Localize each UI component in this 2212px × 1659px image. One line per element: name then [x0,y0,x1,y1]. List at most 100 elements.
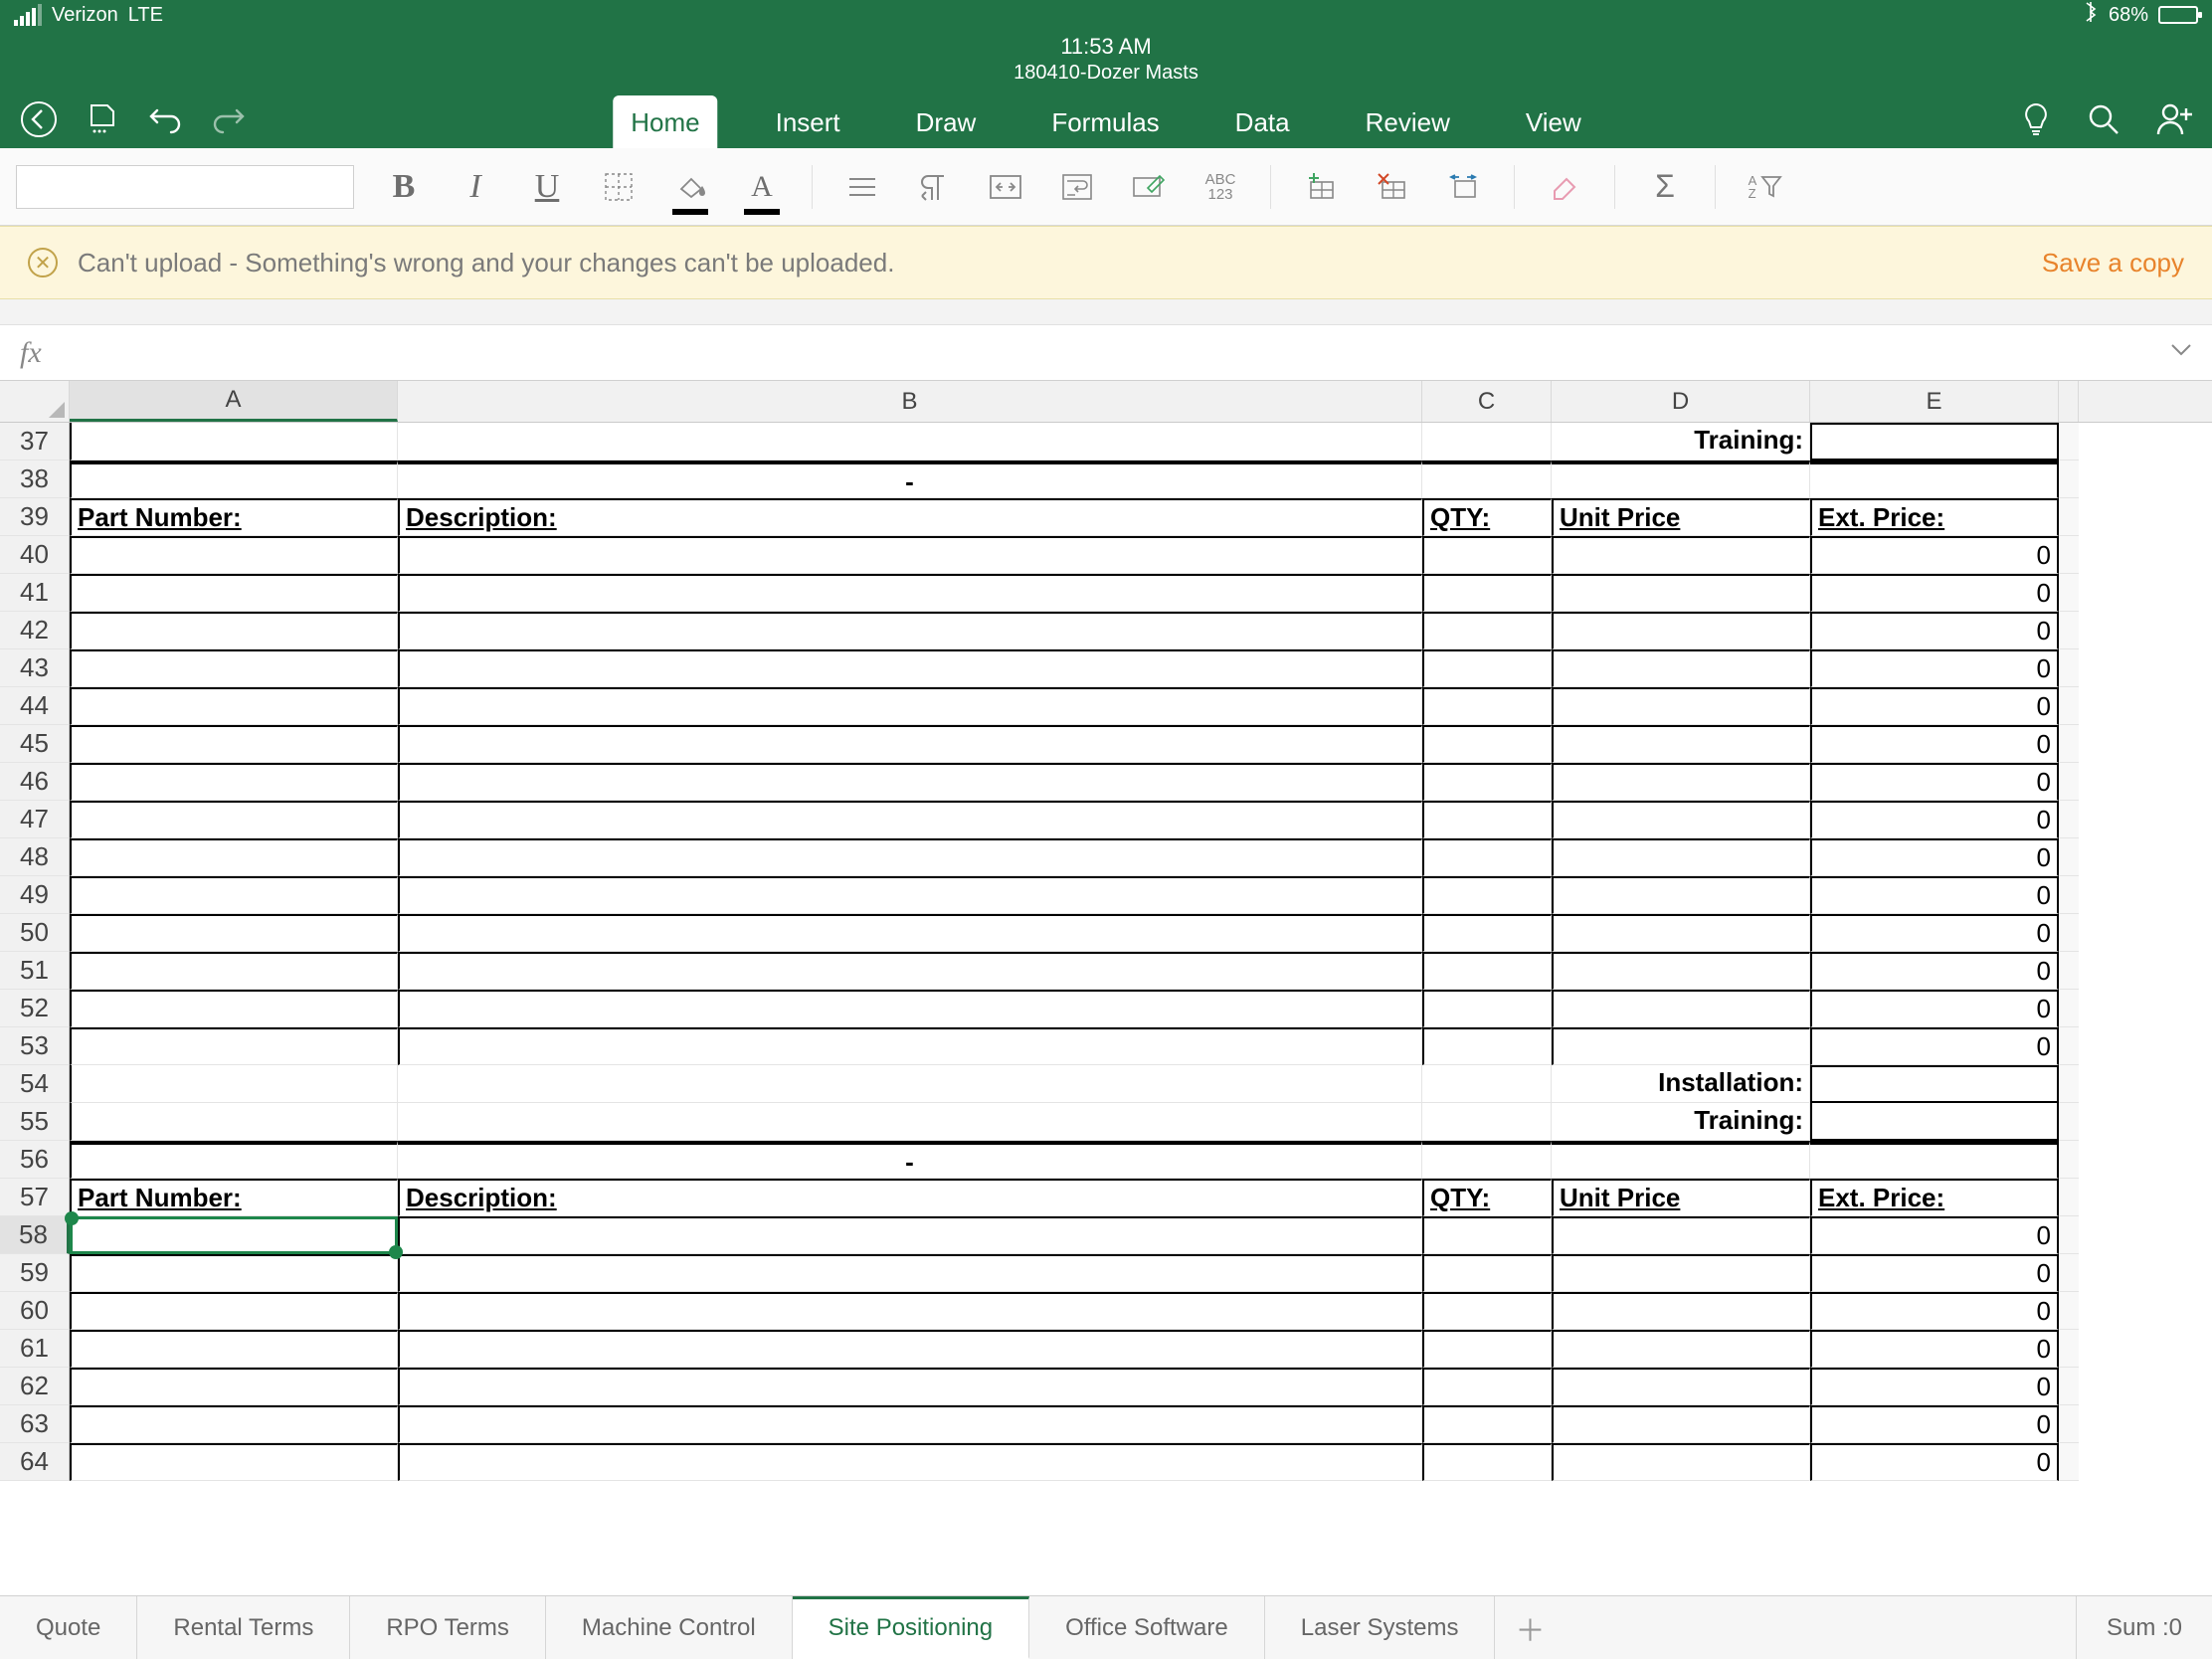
cell[interactable] [70,1027,398,1065]
cell[interactable]: Description: [398,498,1422,536]
underline-button[interactable]: U [525,165,569,209]
row-39[interactable]: 39Part Number:Description:QTY:Unit Price… [0,498,2212,536]
row-49[interactable]: 490 [0,876,2212,914]
cell[interactable] [1422,725,1552,763]
cell[interactable] [70,990,398,1027]
row-header[interactable]: 62 [0,1368,70,1405]
row-header[interactable]: 42 [0,612,70,649]
lightbulb-icon[interactable] [2021,101,2051,137]
cell[interactable] [398,687,1422,725]
row-63[interactable]: 630 [0,1405,2212,1443]
cell[interactable]: QTY: [1422,1179,1552,1216]
cell[interactable] [1552,838,1810,876]
cell[interactable]: Description: [398,1179,1422,1216]
cell[interactable]: Part Number: [70,498,398,536]
row-60[interactable]: 60 0 [0,1292,2212,1330]
col-header-b[interactable]: B [398,381,1422,422]
row-44[interactable]: 44 0 [0,687,2212,725]
formula-bar[interactable]: fx [0,325,2212,381]
row-61[interactable]: 610 [0,1330,2212,1368]
cell[interactable] [1422,1216,1552,1254]
cell[interactable] [1422,952,1552,990]
cell[interactable] [398,1254,1422,1292]
cell[interactable] [70,838,398,876]
row-37[interactable]: 37Training: [0,423,2212,461]
row-52[interactable]: 520 [0,990,2212,1027]
cell[interactable]: - [398,461,1422,498]
cell[interactable] [1422,838,1552,876]
col-header-d[interactable]: D [1552,381,1810,422]
save-a-copy-button[interactable]: Save a copy [2042,248,2184,278]
cell[interactable]: 0 [1810,687,2059,725]
cell[interactable]: Ext. Price: [1810,498,2059,536]
cell[interactable] [1552,1216,1810,1254]
cell[interactable]: Part Number: [70,1179,398,1216]
clear-button[interactable] [1543,165,1586,209]
warning-close-icon[interactable]: ✕ [28,248,58,277]
cell[interactable] [70,1443,398,1481]
cell[interactable]: 0 [1810,612,2059,649]
row-59[interactable]: 590 [0,1254,2212,1292]
cell[interactable] [398,725,1422,763]
cell[interactable]: 0 [1810,536,2059,574]
tab-data[interactable]: Data [1217,95,1308,148]
cell[interactable]: 0 [1810,1292,2059,1330]
cell[interactable] [398,1103,1422,1141]
file-icon[interactable] [86,102,119,136]
borders-button[interactable] [597,165,641,209]
row-header[interactable]: 53 [0,1027,70,1065]
cell[interactable]: Installation: [1552,1065,1810,1103]
cell[interactable] [1422,1292,1552,1330]
cell[interactable] [1810,423,2059,461]
row-header[interactable]: 44 [0,687,70,725]
cell[interactable] [1552,990,1810,1027]
row-header[interactable]: 60 [0,1292,70,1330]
cell[interactable] [1552,1443,1810,1481]
sheet-tab-machine-control[interactable]: Machine Control [546,1596,793,1659]
cell[interactable] [70,1292,398,1330]
cell[interactable] [398,1368,1422,1405]
cell[interactable] [1552,574,1810,612]
row-header[interactable]: 56 [0,1141,70,1179]
cell[interactable]: 0 [1810,1216,2059,1254]
cell[interactable] [70,1065,398,1103]
cell[interactable] [398,1330,1422,1368]
italic-button[interactable]: I [454,165,497,209]
row-40[interactable]: 400 [0,536,2212,574]
add-sheet-button[interactable]: ＋ [1495,1596,1565,1659]
tab-home[interactable]: Home [613,95,717,148]
cell[interactable] [70,687,398,725]
cell[interactable] [398,914,1422,952]
cell[interactable]: 0 [1810,725,2059,763]
cell[interactable]: 0 [1810,763,2059,801]
cell[interactable] [1552,801,1810,838]
row-header[interactable]: 46 [0,763,70,801]
column-headers[interactable]: A B C D E [0,381,2212,423]
row-header[interactable]: 52 [0,990,70,1027]
col-header-a[interactable]: A [70,381,398,422]
row-51[interactable]: 510 [0,952,2212,990]
paragraph-button[interactable] [912,165,956,209]
cell[interactable] [70,801,398,838]
row-header[interactable]: 61 [0,1330,70,1368]
cell[interactable] [1552,1254,1810,1292]
insert-cells-button[interactable] [1299,165,1343,209]
cell[interactable] [398,763,1422,801]
row-55[interactable]: 55Training: [0,1103,2212,1141]
row-header[interactable]: 59 [0,1254,70,1292]
cell[interactable]: 0 [1810,1368,2059,1405]
row-header[interactable]: 55 [0,1103,70,1141]
cell[interactable] [398,536,1422,574]
cell[interactable] [398,876,1422,914]
row-header[interactable]: 57 [0,1179,70,1216]
cell[interactable]: 0 [1810,649,2059,687]
cell[interactable] [70,1103,398,1141]
cell[interactable] [398,838,1422,876]
cell[interactable] [1552,612,1810,649]
row-header[interactable]: 54 [0,1065,70,1103]
sheet-tab-site-positioning[interactable]: Site Positioning [793,1596,1029,1659]
cell[interactable] [1552,687,1810,725]
cell[interactable] [1810,461,2059,498]
cell[interactable] [1422,1330,1552,1368]
cell[interactable] [70,1216,398,1254]
